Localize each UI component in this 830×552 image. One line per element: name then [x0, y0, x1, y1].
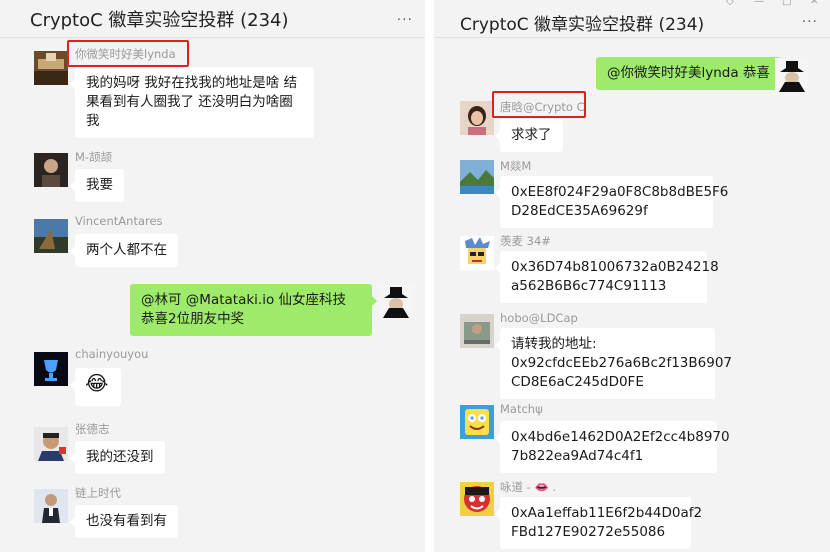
message-bubble[interactable]: 😂	[70, 368, 121, 406]
message-bubble[interactable]: 求求了	[495, 119, 563, 152]
sender-name: VincentAntares	[75, 214, 163, 228]
highlight-box	[492, 91, 586, 118]
avatar[interactable]	[460, 405, 494, 439]
message-bubble[interactable]: 也没有看到有	[70, 505, 178, 538]
more-options-button[interactable]: ···	[397, 12, 413, 28]
message-bubble[interactable]: 我的还没到	[70, 441, 165, 474]
avatar[interactable]	[460, 482, 494, 516]
sender-name: 链上时代	[75, 486, 121, 500]
avatar[interactable]	[379, 284, 413, 318]
avatar[interactable]	[775, 58, 809, 92]
avatar[interactable]	[34, 51, 68, 85]
chat-title: CryptoC 徽章实验空投群 (234)	[30, 10, 289, 31]
pin-icon[interactable]: ◇	[726, 0, 734, 7]
highlight-box	[67, 40, 189, 67]
message-bubble-self[interactable]: @林可 @Matataki.io 仙女座科技 恭喜2位朋友中奖	[130, 284, 377, 336]
message-bubble[interactable]: 0xAa1effab11E6f2b44D0af2 FBd127E90272e55…	[495, 497, 702, 549]
sender-name: M燚M	[500, 159, 532, 173]
message-bubble-self[interactable]: @你微笑时好美lynda 恭喜	[596, 57, 786, 90]
message-bubble[interactable]: 我的妈呀 我好在找我的地址是啥 结 果看到有人圈我了 还没明白为啥圈 我	[70, 67, 314, 138]
chat-window-right: ◇ — □ ✕ CryptoC 徽章实验空投群 (234) ··· @你微笑时好…	[434, 0, 830, 552]
sender-name: hobo@LDCap	[500, 311, 578, 325]
sender-name: 咏道 - 👄 .	[500, 480, 557, 494]
chat-header: ◇ — □ ✕ CryptoC 徽章实验空投群 (234) ···	[434, 0, 830, 38]
sender-name: 羡麦 34#	[500, 234, 551, 248]
close-icon[interactable]: ✕	[810, 0, 818, 7]
sender-name: Matchψ	[500, 402, 543, 416]
sender-name: M-颉颉	[75, 150, 113, 164]
sender-name: 张德志	[75, 422, 110, 436]
avatar[interactable]	[460, 236, 494, 270]
message-bubble[interactable]: 0x36D74b81006732a0B24218 a562B6B6c774C91…	[495, 251, 719, 303]
laughing-emoji-icon: 😂	[85, 371, 109, 395]
more-options-button[interactable]: ···	[802, 14, 818, 30]
avatar[interactable]	[460, 314, 494, 348]
chat-header: CryptoC 徽章实验空投群 (234) ···	[0, 0, 425, 38]
avatar[interactable]	[460, 101, 494, 135]
avatar[interactable]	[34, 489, 68, 523]
panel-divider	[425, 0, 434, 552]
avatar[interactable]	[34, 427, 68, 461]
minimize-icon[interactable]: —	[754, 0, 764, 7]
sender-name: chainyouyou	[75, 347, 149, 361]
message-bubble[interactable]: 0x4bd6e1462D0A2Ef2cc4b8970 7b822ea9Ad74c…	[495, 421, 730, 473]
avatar[interactable]	[34, 219, 68, 253]
message-bubble[interactable]: 0xEE8f024F29a0F8C8b8dBE5F6 D28EdCE35A696…	[495, 176, 728, 228]
avatar[interactable]	[34, 352, 68, 386]
maximize-icon[interactable]: □	[782, 0, 791, 7]
message-bubble[interactable]: 我要	[70, 169, 124, 202]
message-bubble[interactable]: 请转我的地址: 0x92cfdcEEb276a6Bc2f13B6907 CD8E…	[495, 328, 732, 399]
chat-title: CryptoC 徽章实验空投群 (234)	[460, 15, 705, 35]
message-bubble[interactable]: 两个人都不在	[70, 234, 178, 267]
avatar[interactable]	[460, 160, 494, 194]
chat-window-left: CryptoC 徽章实验空投群 (234) ··· 你微笑时好美lynda 我的…	[0, 0, 425, 552]
avatar[interactable]	[34, 153, 68, 187]
